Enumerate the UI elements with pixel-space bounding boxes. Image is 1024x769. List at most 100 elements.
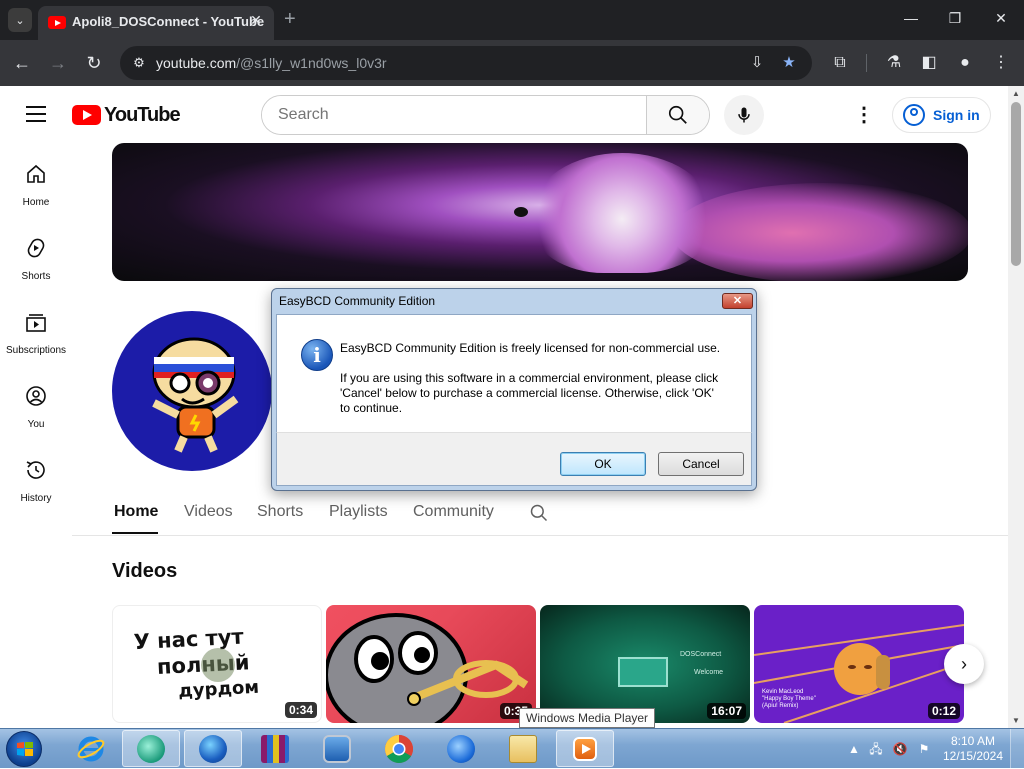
video-thumbnail[interactable]: 0:35 bbox=[326, 605, 536, 723]
back-arrow-icon[interactable]: ← bbox=[11, 52, 33, 74]
search-button[interactable] bbox=[646, 96, 709, 134]
chevron-down-icon: ⌄ bbox=[15, 14, 25, 27]
guide-item-you[interactable]: You bbox=[0, 384, 72, 430]
url-text[interactable]: youtube.com/@s1lly_w1nd0ws_l0v3r bbox=[156, 55, 387, 71]
guide-label: Shorts bbox=[21, 271, 51, 282]
search-icon bbox=[668, 105, 687, 124]
taskbar-chrome[interactable] bbox=[370, 730, 428, 767]
dialog-button-bar: OK Cancel bbox=[276, 432, 752, 486]
tab-community[interactable]: Community bbox=[413, 503, 494, 521]
easybcd-license-dialog: EasyBCD Community Edition ✕ i EasyBCD Co… bbox=[271, 288, 757, 491]
search-box bbox=[261, 95, 710, 135]
browser-tab-active[interactable]: Apoli8_DOSConnect - YouTube ✕ bbox=[38, 6, 274, 40]
folder-icon bbox=[509, 734, 537, 763]
dialog-message-line: 'Cancel' below to purchase a commercial … bbox=[340, 386, 714, 400]
tab-shorts[interactable]: Shorts bbox=[257, 503, 303, 521]
site-info-icon[interactable]: ⚙ bbox=[130, 54, 148, 72]
subscriptions-icon bbox=[26, 314, 46, 332]
taskbar-file-explorer[interactable] bbox=[494, 730, 552, 767]
side-panel-icon[interactable]: ◧ bbox=[918, 52, 940, 74]
reload-icon[interactable]: ↻ bbox=[83, 52, 105, 74]
volume-muted-icon[interactable]: 🔇 bbox=[892, 741, 908, 757]
video-thumbnail[interactable]: У нас тут полный дурдом 0:34 bbox=[112, 605, 322, 723]
sign-in-label: Sign in bbox=[933, 107, 980, 123]
taskbar-internet-explorer[interactable] bbox=[62, 730, 120, 767]
tab-home[interactable]: Home bbox=[114, 503, 158, 521]
video-thumbnail[interactable]: DOSConnect Welcome 16:07 bbox=[540, 605, 750, 723]
taskbar-network-app[interactable] bbox=[184, 730, 242, 767]
profile-icon[interactable]: ● bbox=[954, 52, 976, 74]
video-thumbnail[interactable]: Kevin MacLeod "Happy Boy Theme" (Apiu! R… bbox=[754, 605, 964, 723]
youtube-play-icon bbox=[72, 105, 101, 125]
forward-arrow-icon[interactable]: → bbox=[47, 52, 69, 74]
dialog-close-button[interactable]: ✕ bbox=[722, 293, 753, 309]
tab-videos[interactable]: Videos bbox=[184, 503, 233, 521]
minimize-icon[interactable]: — bbox=[901, 10, 921, 26]
guide-item-shorts[interactable]: Shorts bbox=[0, 236, 72, 282]
cancel-button[interactable]: Cancel bbox=[658, 452, 744, 476]
tab-playlists[interactable]: Playlists bbox=[329, 503, 388, 521]
youtube-logo-text: YouTube bbox=[104, 103, 181, 126]
clock-time: 8:10 AM bbox=[950, 734, 996, 748]
windows-logo-icon bbox=[17, 742, 33, 756]
taskbar-tooltip: Windows Media Player bbox=[519, 708, 656, 728]
scrollbar-thumb[interactable] bbox=[1011, 102, 1021, 266]
scroll-down-icon[interactable]: ▼ bbox=[1012, 716, 1020, 725]
taskbar-app-bubble[interactable] bbox=[122, 730, 180, 767]
guide-item-home[interactable]: Home bbox=[0, 162, 72, 208]
settings-more-icon[interactable]: ⋮ bbox=[852, 103, 876, 127]
show-desktop-button[interactable] bbox=[1010, 729, 1024, 769]
start-button[interactable] bbox=[6, 731, 42, 767]
new-tab-plus-icon[interactable]: + bbox=[284, 9, 296, 29]
taskbar-windows-media-player[interactable] bbox=[556, 730, 614, 767]
search-input[interactable] bbox=[262, 96, 647, 134]
tab-close-icon[interactable]: ✕ bbox=[248, 12, 264, 28]
voice-search-button[interactable] bbox=[724, 95, 764, 135]
guide-menu-icon[interactable] bbox=[26, 106, 46, 122]
sign-in-button[interactable]: Sign in bbox=[892, 97, 991, 133]
browser-toolbar: ← → ↻ ⚙ youtube.com/@s1lly_w1nd0ws_l0v3r… bbox=[0, 40, 1024, 86]
video-duration: 0:34 bbox=[284, 702, 317, 718]
taskbar-clock[interactable]: 8:10 AM 12/15/2024 bbox=[940, 734, 1006, 764]
scroll-up-icon[interactable]: ▲ bbox=[1012, 89, 1020, 98]
window-close-icon[interactable]: ✕ bbox=[991, 10, 1011, 27]
taskbar-computer-app[interactable] bbox=[308, 730, 366, 767]
install-app-icon[interactable]: ⇩ bbox=[748, 54, 766, 72]
chevron-right-icon: › bbox=[961, 653, 967, 674]
bookmark-star-icon[interactable]: ★ bbox=[780, 54, 798, 72]
microphone-icon bbox=[738, 107, 750, 123]
caption-line: (Apiu! Remix) bbox=[762, 703, 799, 709]
channel-avatar[interactable] bbox=[112, 311, 272, 471]
ok-button[interactable]: OK bbox=[560, 452, 646, 476]
channel-search-icon[interactable] bbox=[529, 503, 549, 523]
guide-item-history[interactable]: History bbox=[0, 458, 72, 504]
taskbar-winrar[interactable] bbox=[246, 730, 304, 767]
tabs-divider bbox=[72, 535, 1008, 536]
tab-search-button[interactable]: ⌄ bbox=[8, 8, 32, 32]
restore-icon[interactable]: ❐ bbox=[945, 10, 965, 27]
dialog-message-line: If you are using this software in a comm… bbox=[340, 371, 719, 385]
internet-explorer-icon bbox=[77, 736, 105, 761]
caption-line: Kevin MacLeod bbox=[762, 689, 804, 695]
extensions-icon[interactable]: ⧉ bbox=[829, 52, 851, 74]
guide-label: Subscriptions bbox=[5, 345, 67, 356]
page-scrollbar[interactable]: ▲ ▼ bbox=[1008, 86, 1024, 728]
you-icon bbox=[26, 386, 46, 406]
show-hidden-icons-icon[interactable]: ▲ bbox=[846, 741, 862, 757]
browser-menu-icon[interactable]: ⋮ bbox=[990, 52, 1012, 74]
taskbar-thunderbird[interactable] bbox=[432, 730, 490, 767]
network-icon[interactable]: 🖧 bbox=[868, 741, 884, 757]
labs-flask-icon[interactable]: ⚗ bbox=[883, 52, 905, 74]
thumbnail-blob bbox=[201, 648, 235, 682]
action-center-flag-icon[interactable]: ⚑ bbox=[916, 741, 932, 757]
youtube-logo[interactable]: YouTube bbox=[72, 103, 181, 126]
carousel-next-button[interactable]: › bbox=[944, 644, 984, 684]
address-bar[interactable]: ⚙ youtube.com/@s1lly_w1nd0ws_l0v3r ⇩ ★ bbox=[120, 46, 812, 80]
dialog-message-line: to continue. bbox=[340, 401, 403, 415]
url-host: youtube.com bbox=[156, 55, 237, 71]
thunderbird-icon bbox=[447, 734, 475, 763]
banner-fox-body bbox=[672, 183, 968, 281]
guide-item-subscriptions[interactable]: Subscriptions bbox=[0, 310, 72, 356]
winrar-icon bbox=[261, 734, 289, 763]
thumbnail-caption: Welcome bbox=[694, 669, 724, 676]
